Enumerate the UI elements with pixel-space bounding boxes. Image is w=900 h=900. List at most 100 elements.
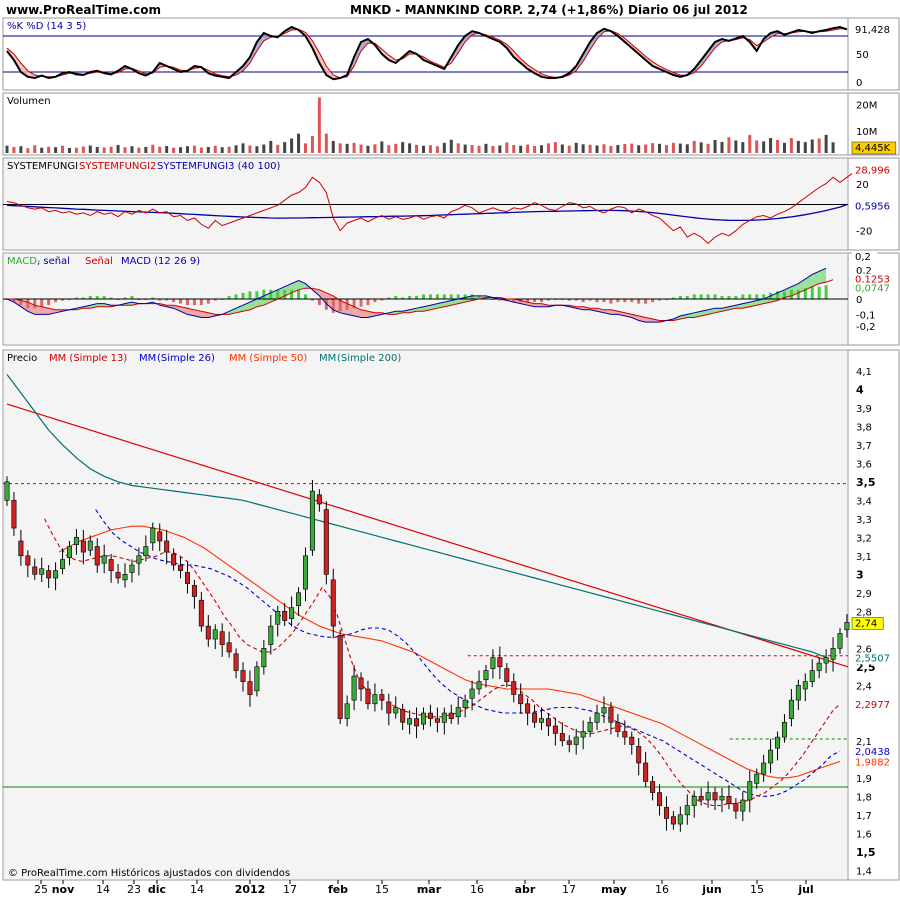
price-tick-4: 1,8: [856, 792, 872, 803]
candle-body: [282, 610, 288, 621]
volume-bar: [505, 142, 509, 153]
price-tick-13: 3: [856, 568, 864, 581]
candle-body: [275, 610, 281, 625]
macd-legend-0: MACD-: [7, 256, 41, 267]
vol-badge: 4,445K: [855, 143, 891, 154]
macd-histogram-bar: [179, 299, 183, 304]
price-tick-22: 3,9: [856, 404, 872, 415]
candle-body: [462, 699, 468, 708]
volume-bar: [366, 145, 370, 153]
candle-body: [101, 555, 107, 564]
macd-histogram-bar: [192, 299, 196, 306]
macd-histogram-bar: [741, 294, 745, 299]
price-tick-3: 1,7: [856, 811, 872, 822]
macd-histogram-bar: [47, 299, 51, 306]
candle-body: [809, 670, 815, 682]
volume-bar: [817, 138, 821, 153]
volume-bar: [213, 145, 217, 153]
price-legend-2: MM: [139, 353, 156, 364]
volume-bar: [262, 144, 266, 153]
volume-bar: [831, 142, 835, 153]
candle-body: [705, 792, 711, 801]
sys-tick-20: 20: [856, 180, 869, 191]
macd-histogram-bar: [609, 299, 613, 304]
site-url[interactable]: www.ProRealTime.com: [6, 3, 161, 17]
volume-bar: [408, 143, 412, 153]
macd-legend-3: MACD (12 26 9): [121, 256, 200, 267]
x-axis-label-13: 17: [562, 883, 576, 896]
macd-histogram-bar: [442, 294, 446, 299]
candle-body: [198, 599, 204, 627]
volume-bar: [303, 143, 307, 153]
macd-histogram-bar: [428, 294, 432, 299]
price-tick-0: 1,4: [856, 866, 872, 877]
price-tick-1: 1,5: [856, 846, 876, 859]
candle-body: [212, 629, 218, 640]
volume-bar: [199, 147, 203, 153]
macd-legend-1: , señal: [37, 256, 70, 267]
volume-bar: [526, 144, 530, 153]
macd-histogram-bar: [276, 289, 280, 299]
price-tick-5: 1,9: [856, 774, 872, 785]
candle-body: [726, 795, 732, 804]
candle-body: [441, 712, 447, 723]
macd-histogram-bar: [713, 294, 717, 299]
candle-body: [358, 677, 364, 690]
volume-bar: [498, 145, 502, 153]
candle-body: [670, 816, 676, 825]
volume-bar: [172, 147, 176, 153]
volume-bar: [519, 145, 523, 153]
candle-body: [636, 746, 642, 764]
price-legend-5: MM: [319, 353, 336, 364]
price-tick-12: 2,9: [856, 589, 872, 600]
macd-histogram-bar: [748, 294, 752, 299]
candle-body: [365, 688, 371, 705]
volume-bar: [179, 147, 183, 153]
volume-bar: [255, 146, 259, 153]
candle-body: [87, 540, 93, 551]
volume-bar: [373, 144, 377, 153]
candle-body: [60, 559, 66, 570]
candle-body: [552, 725, 558, 734]
vol-tick-10M: 10M: [856, 127, 877, 138]
candle-body: [108, 559, 114, 571]
macd-histogram-bar: [262, 289, 266, 299]
macd-histogram-bar: [290, 289, 294, 299]
candle-body: [302, 555, 308, 590]
x-axis-label-11: 16: [470, 883, 484, 896]
price-badge-2-badge: 2,2977: [855, 700, 890, 711]
macd-histogram-bar: [699, 294, 703, 299]
x-axis-label-15: 16: [655, 883, 669, 896]
candle-body: [497, 657, 503, 668]
candle-body: [629, 736, 635, 745]
volume-bar: [755, 140, 759, 153]
candle-body: [476, 681, 482, 690]
price-badge-4-badge: 1,9882: [855, 757, 890, 768]
candle-body: [573, 736, 579, 745]
candle-body: [434, 718, 440, 723]
volume-bar: [359, 144, 363, 153]
macd-histogram-bar: [33, 299, 37, 309]
candle-body: [490, 657, 496, 669]
candle-body: [698, 795, 704, 801]
x-axis-label-12: abr: [515, 883, 536, 896]
candle-body: [379, 694, 385, 701]
candle-body: [32, 566, 38, 575]
macd-histogram-bar: [234, 294, 238, 299]
candle-body: [768, 749, 774, 764]
x-axis-label-5: 14: [190, 883, 204, 896]
candle-body: [18, 540, 24, 557]
volume-bar: [602, 144, 606, 153]
x-axis-label-7: 17: [283, 883, 297, 896]
macd-tick-0: 0: [856, 295, 862, 306]
candle-body: [733, 803, 739, 812]
macd-histogram-bar: [637, 299, 641, 304]
x-axis-label-18: jul: [797, 883, 813, 896]
macd-histogram-bar: [26, 299, 30, 309]
volume-bar: [137, 147, 141, 153]
candle-body: [802, 681, 808, 690]
volume-bar: [560, 144, 564, 153]
macd-histogram-bar: [824, 285, 828, 299]
volume-bar: [477, 145, 481, 153]
candle-body: [351, 675, 357, 701]
